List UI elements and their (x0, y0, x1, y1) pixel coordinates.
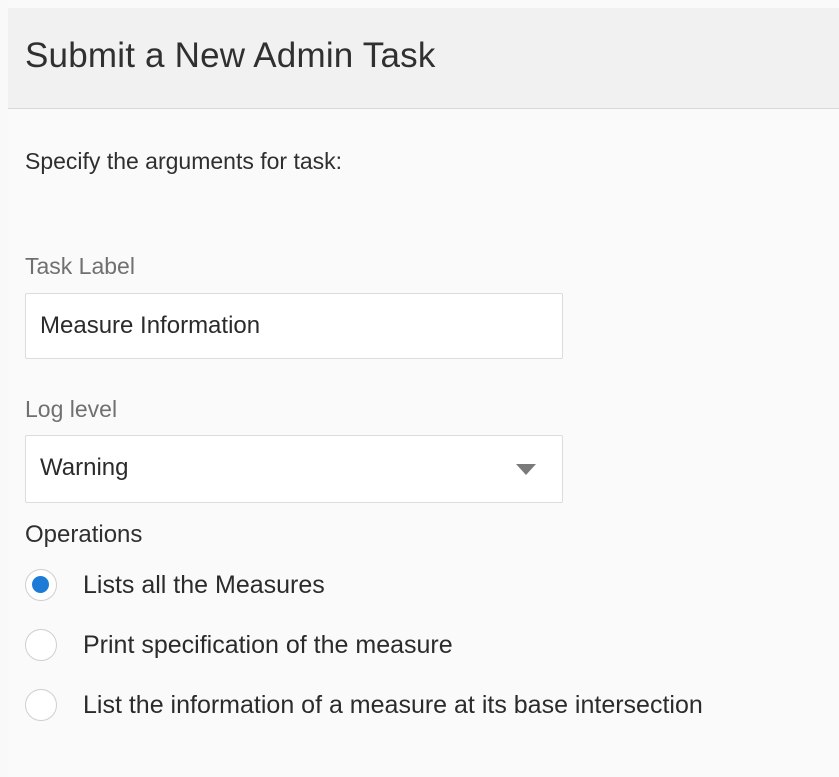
radio-button[interactable] (25, 689, 57, 721)
dialog-header: Submit a New Admin Task (8, 8, 839, 109)
operations-label: Operations (25, 521, 143, 548)
task-label-label: Task Label (25, 253, 135, 279)
operation-option-base-intersection-info[interactable]: List the information of a measure at its… (25, 685, 703, 725)
log-level-label: Log level (25, 396, 118, 422)
task-label-input[interactable] (25, 293, 563, 359)
operation-option-label: Lists all the Measures (83, 570, 325, 599)
operation-option-label: Print specification of the measure (83, 630, 453, 659)
log-level-select[interactable]: Warning (25, 435, 563, 503)
radio-button-checked[interactable] (25, 569, 57, 601)
radio-button[interactable] (25, 629, 57, 661)
operation-option-list-all-measures[interactable]: Lists all the Measures (25, 565, 325, 605)
admin-task-dialog: Submit a New Admin Task Specify the argu… (8, 0, 839, 777)
chevron-down-icon[interactable] (516, 464, 536, 475)
intro-text: Specify the arguments for task: (25, 148, 343, 174)
dialog-title: Submit a New Admin Task (25, 36, 436, 75)
operation-option-print-specification[interactable]: Print specification of the measure (25, 625, 453, 665)
operation-option-label: List the information of a measure at its… (83, 690, 703, 719)
log-level-selected-value: Warning (40, 454, 129, 481)
